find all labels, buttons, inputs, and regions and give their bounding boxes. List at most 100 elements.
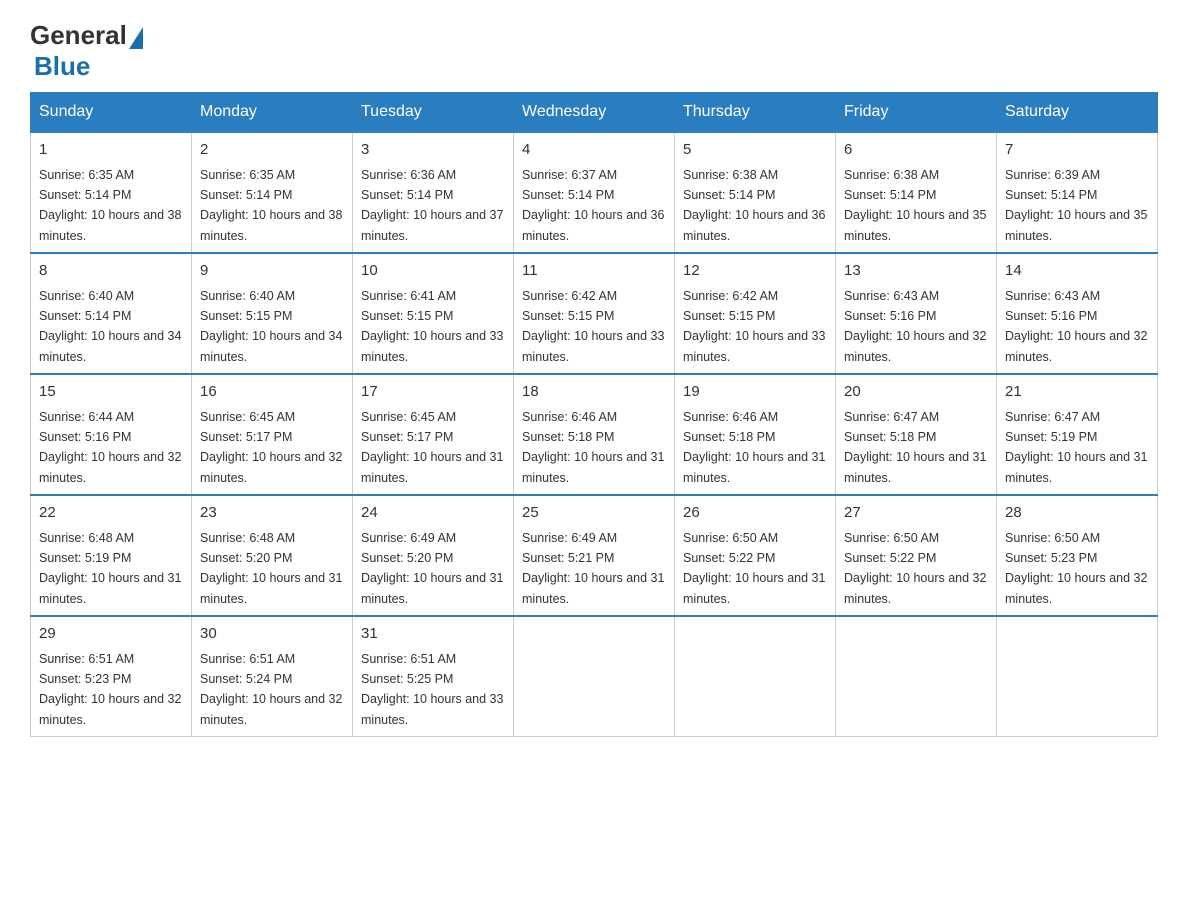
day-cell: 16 Sunrise: 6:45 AMSunset: 5:17 PMDaylig… (192, 374, 353, 495)
day-cell: 15 Sunrise: 6:44 AMSunset: 5:16 PMDaylig… (31, 374, 192, 495)
day-cell (997, 616, 1158, 737)
day-number: 28 (1005, 502, 1149, 525)
day-number: 3 (361, 139, 505, 162)
header-monday: Monday (192, 93, 353, 133)
day-info: Sunrise: 6:39 AMSunset: 5:14 PMDaylight:… (1005, 168, 1147, 243)
day-info: Sunrise: 6:46 AMSunset: 5:18 PMDaylight:… (683, 410, 825, 485)
day-cell: 24 Sunrise: 6:49 AMSunset: 5:20 PMDaylig… (353, 495, 514, 616)
day-info: Sunrise: 6:37 AMSunset: 5:14 PMDaylight:… (522, 168, 664, 243)
day-number: 9 (200, 260, 344, 283)
day-info: Sunrise: 6:50 AMSunset: 5:22 PMDaylight:… (844, 531, 986, 606)
day-info: Sunrise: 6:46 AMSunset: 5:18 PMDaylight:… (522, 410, 664, 485)
header-tuesday: Tuesday (353, 93, 514, 133)
day-info: Sunrise: 6:41 AMSunset: 5:15 PMDaylight:… (361, 289, 503, 364)
week-row-3: 15 Sunrise: 6:44 AMSunset: 5:16 PMDaylig… (31, 374, 1158, 495)
day-info: Sunrise: 6:45 AMSunset: 5:17 PMDaylight:… (361, 410, 503, 485)
calendar-table: SundayMondayTuesdayWednesdayThursdayFrid… (30, 92, 1158, 737)
day-number: 11 (522, 260, 666, 283)
day-number: 10 (361, 260, 505, 283)
day-number: 23 (200, 502, 344, 525)
day-number: 20 (844, 381, 988, 404)
day-cell: 7 Sunrise: 6:39 AMSunset: 5:14 PMDayligh… (997, 132, 1158, 253)
day-cell (836, 616, 997, 737)
day-info: Sunrise: 6:45 AMSunset: 5:17 PMDaylight:… (200, 410, 342, 485)
day-cell: 9 Sunrise: 6:40 AMSunset: 5:15 PMDayligh… (192, 253, 353, 374)
day-number: 12 (683, 260, 827, 283)
day-number: 1 (39, 139, 183, 162)
week-row-4: 22 Sunrise: 6:48 AMSunset: 5:19 PMDaylig… (31, 495, 1158, 616)
day-number: 8 (39, 260, 183, 283)
day-info: Sunrise: 6:51 AMSunset: 5:24 PMDaylight:… (200, 652, 342, 727)
logo-general-text: General (30, 20, 127, 51)
day-cell: 10 Sunrise: 6:41 AMSunset: 5:15 PMDaylig… (353, 253, 514, 374)
day-number: 13 (844, 260, 988, 283)
day-cell: 27 Sunrise: 6:50 AMSunset: 5:22 PMDaylig… (836, 495, 997, 616)
day-cell: 22 Sunrise: 6:48 AMSunset: 5:19 PMDaylig… (31, 495, 192, 616)
day-cell: 12 Sunrise: 6:42 AMSunset: 5:15 PMDaylig… (675, 253, 836, 374)
day-number: 14 (1005, 260, 1149, 283)
day-cell: 31 Sunrise: 6:51 AMSunset: 5:25 PMDaylig… (353, 616, 514, 737)
day-number: 18 (522, 381, 666, 404)
day-number: 19 (683, 381, 827, 404)
page-header: General Blue (30, 20, 1158, 82)
day-cell: 14 Sunrise: 6:43 AMSunset: 5:16 PMDaylig… (997, 253, 1158, 374)
day-cell: 11 Sunrise: 6:42 AMSunset: 5:15 PMDaylig… (514, 253, 675, 374)
day-number: 26 (683, 502, 827, 525)
day-info: Sunrise: 6:36 AMSunset: 5:14 PMDaylight:… (361, 168, 503, 243)
day-info: Sunrise: 6:47 AMSunset: 5:19 PMDaylight:… (1005, 410, 1147, 485)
day-number: 2 (200, 139, 344, 162)
day-cell: 26 Sunrise: 6:50 AMSunset: 5:22 PMDaylig… (675, 495, 836, 616)
day-number: 27 (844, 502, 988, 525)
day-info: Sunrise: 6:35 AMSunset: 5:14 PMDaylight:… (39, 168, 181, 243)
day-cell: 29 Sunrise: 6:51 AMSunset: 5:23 PMDaylig… (31, 616, 192, 737)
day-cell: 18 Sunrise: 6:46 AMSunset: 5:18 PMDaylig… (514, 374, 675, 495)
day-info: Sunrise: 6:44 AMSunset: 5:16 PMDaylight:… (39, 410, 181, 485)
day-number: 25 (522, 502, 666, 525)
day-number: 7 (1005, 139, 1149, 162)
week-row-1: 1 Sunrise: 6:35 AMSunset: 5:14 PMDayligh… (31, 132, 1158, 253)
day-number: 15 (39, 381, 183, 404)
day-info: Sunrise: 6:47 AMSunset: 5:18 PMDaylight:… (844, 410, 986, 485)
day-info: Sunrise: 6:35 AMSunset: 5:14 PMDaylight:… (200, 168, 342, 243)
day-cell (675, 616, 836, 737)
day-number: 6 (844, 139, 988, 162)
day-info: Sunrise: 6:42 AMSunset: 5:15 PMDaylight:… (522, 289, 664, 364)
day-number: 21 (1005, 381, 1149, 404)
day-info: Sunrise: 6:40 AMSunset: 5:15 PMDaylight:… (200, 289, 342, 364)
day-cell: 28 Sunrise: 6:50 AMSunset: 5:23 PMDaylig… (997, 495, 1158, 616)
week-row-5: 29 Sunrise: 6:51 AMSunset: 5:23 PMDaylig… (31, 616, 1158, 737)
day-number: 31 (361, 623, 505, 646)
day-info: Sunrise: 6:43 AMSunset: 5:16 PMDaylight:… (1005, 289, 1147, 364)
day-cell: 19 Sunrise: 6:46 AMSunset: 5:18 PMDaylig… (675, 374, 836, 495)
header-sunday: Sunday (31, 93, 192, 133)
header-row: SundayMondayTuesdayWednesdayThursdayFrid… (31, 93, 1158, 133)
day-info: Sunrise: 6:51 AMSunset: 5:23 PMDaylight:… (39, 652, 181, 727)
day-cell (514, 616, 675, 737)
day-info: Sunrise: 6:43 AMSunset: 5:16 PMDaylight:… (844, 289, 986, 364)
day-cell: 5 Sunrise: 6:38 AMSunset: 5:14 PMDayligh… (675, 132, 836, 253)
header-thursday: Thursday (675, 93, 836, 133)
day-number: 30 (200, 623, 344, 646)
logo: General Blue (30, 20, 145, 82)
day-cell: 17 Sunrise: 6:45 AMSunset: 5:17 PMDaylig… (353, 374, 514, 495)
day-cell: 8 Sunrise: 6:40 AMSunset: 5:14 PMDayligh… (31, 253, 192, 374)
day-number: 17 (361, 381, 505, 404)
day-cell: 4 Sunrise: 6:37 AMSunset: 5:14 PMDayligh… (514, 132, 675, 253)
day-number: 24 (361, 502, 505, 525)
day-info: Sunrise: 6:50 AMSunset: 5:22 PMDaylight:… (683, 531, 825, 606)
day-cell: 13 Sunrise: 6:43 AMSunset: 5:16 PMDaylig… (836, 253, 997, 374)
day-cell: 1 Sunrise: 6:35 AMSunset: 5:14 PMDayligh… (31, 132, 192, 253)
day-info: Sunrise: 6:38 AMSunset: 5:14 PMDaylight:… (683, 168, 825, 243)
day-number: 16 (200, 381, 344, 404)
day-info: Sunrise: 6:51 AMSunset: 5:25 PMDaylight:… (361, 652, 503, 727)
day-info: Sunrise: 6:40 AMSunset: 5:14 PMDaylight:… (39, 289, 181, 364)
day-cell: 2 Sunrise: 6:35 AMSunset: 5:14 PMDayligh… (192, 132, 353, 253)
day-info: Sunrise: 6:48 AMSunset: 5:19 PMDaylight:… (39, 531, 181, 606)
day-info: Sunrise: 6:48 AMSunset: 5:20 PMDaylight:… (200, 531, 342, 606)
day-info: Sunrise: 6:42 AMSunset: 5:15 PMDaylight:… (683, 289, 825, 364)
day-cell: 23 Sunrise: 6:48 AMSunset: 5:20 PMDaylig… (192, 495, 353, 616)
day-cell: 30 Sunrise: 6:51 AMSunset: 5:24 PMDaylig… (192, 616, 353, 737)
day-cell: 20 Sunrise: 6:47 AMSunset: 5:18 PMDaylig… (836, 374, 997, 495)
header-friday: Friday (836, 93, 997, 133)
day-info: Sunrise: 6:38 AMSunset: 5:14 PMDaylight:… (844, 168, 986, 243)
